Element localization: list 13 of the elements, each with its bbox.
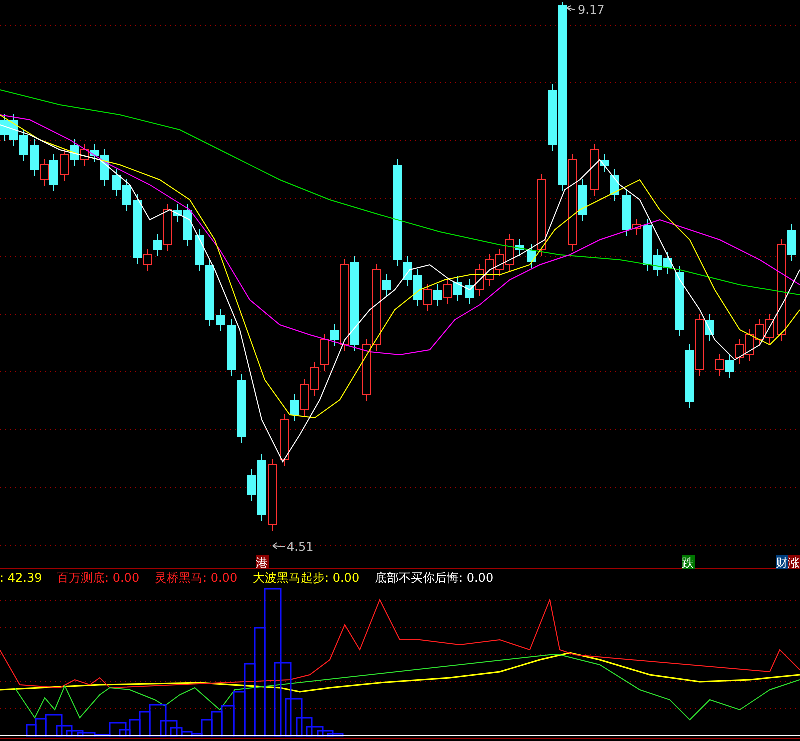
high-price-label: 9.17 [578, 3, 605, 17]
indicator-reading: : 42.39 [0, 571, 42, 585]
signal-marker: 财 [776, 555, 789, 570]
indicator-reading: 底部不买你后悔: 0.00 [375, 571, 494, 585]
signal-marker: 跌 [682, 555, 695, 570]
signal-marker: 涨 [788, 555, 800, 570]
signal-marker: 港 [256, 555, 269, 570]
indicator-reading: 大波黑马起步: 0.00 [253, 571, 360, 585]
indicator-reading: 百万测底: 0.00 [57, 571, 140, 585]
indicator-reading: 灵桥黑马: 0.00 [155, 571, 238, 585]
low-price-label: 4.51 [287, 540, 314, 554]
leader-line [272, 542, 286, 550]
leader-line [566, 6, 576, 12]
